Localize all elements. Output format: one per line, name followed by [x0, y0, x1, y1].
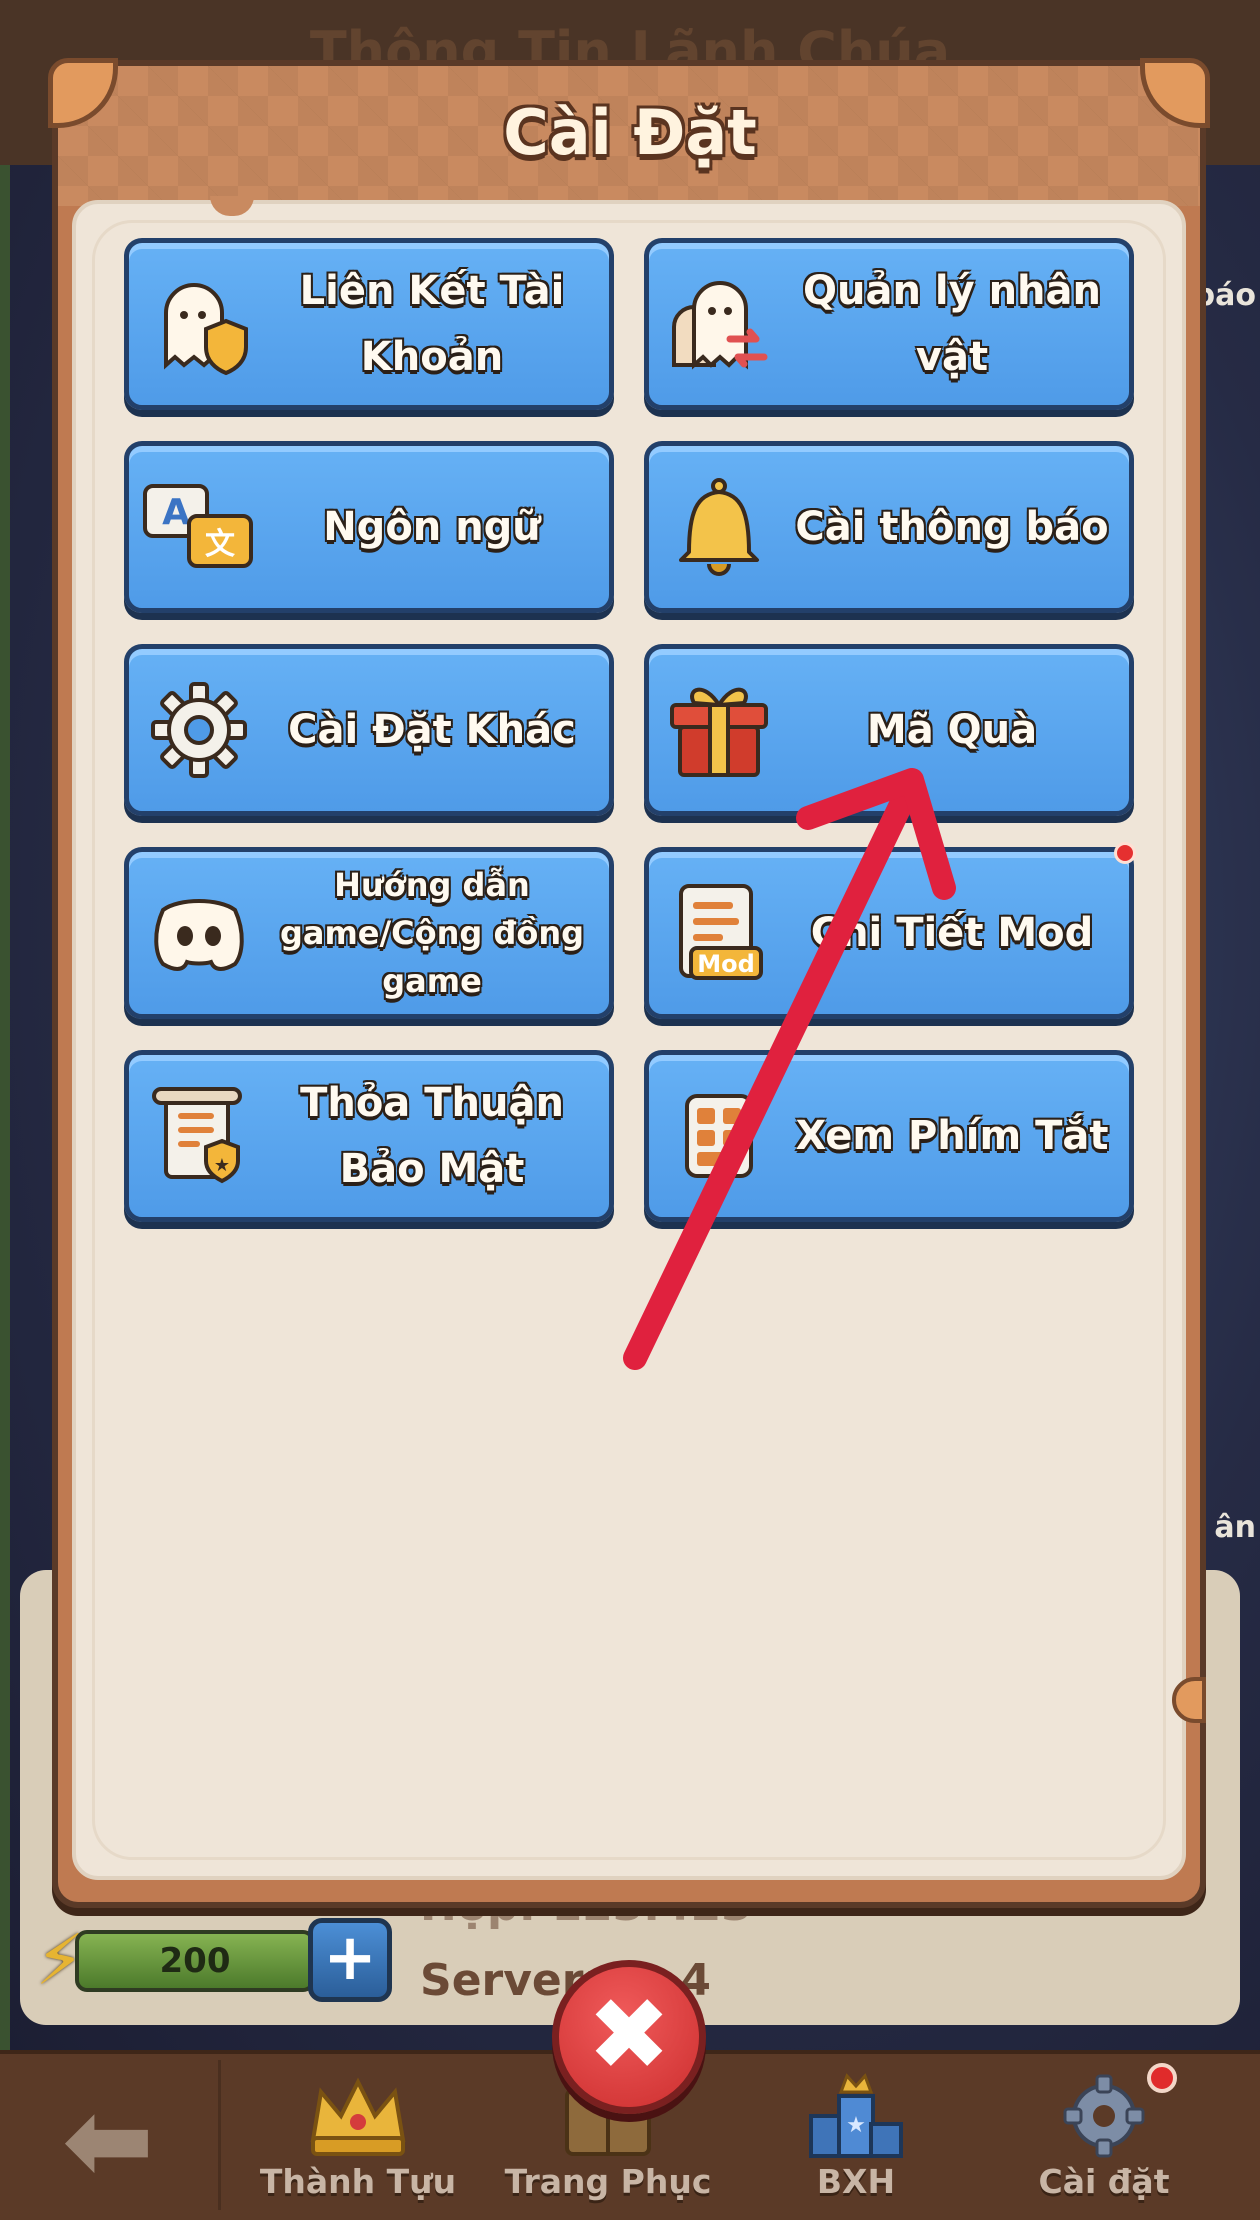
guide-community-label: Hướng dẫn game/Cộng đồng game: [279, 866, 585, 1000]
translate-icon: A 文: [129, 441, 269, 613]
nav-item-leaderboard[interactable]: ★ BXH: [746, 2070, 966, 2220]
view-shortcuts-button[interactable]: Xem Phím Tắt: [644, 1050, 1134, 1222]
nav-label: Trang Phục: [504, 2162, 712, 2201]
other-settings-label: Cài Đặt Khác: [288, 707, 576, 753]
svg-text:A: A: [162, 492, 190, 533]
mod-details-label: Chi Tiết Mod: [810, 910, 1094, 956]
back-arrow-icon[interactable]: ⬅: [62, 2085, 182, 2195]
close-button[interactable]: ✖: [552, 1960, 706, 2114]
gear-icon: [1049, 2070, 1159, 2160]
bell-icon: [649, 441, 789, 613]
add-energy-button[interactable]: +: [308, 1918, 392, 2002]
notification-settings-label: Cài thông báo: [795, 504, 1109, 550]
gift-code-button[interactable]: Mã Quà: [644, 644, 1134, 816]
gift-code-label: Mã Quà: [866, 707, 1038, 753]
background-side-text: ân: [1214, 1510, 1256, 1545]
view-shortcuts-label: Xem Phím Tắt: [795, 1113, 1109, 1159]
privacy-scroll-icon: ★: [129, 1050, 269, 1222]
notification-badge: [1147, 2063, 1177, 2093]
notification-settings-button[interactable]: Cài thông báo: [644, 441, 1134, 613]
language-button[interactable]: A 文 Ngôn ngữ: [124, 441, 614, 613]
nav-label: Cài đặt: [1038, 2162, 1170, 2201]
mod-tag-text: Mod: [697, 950, 755, 978]
ghost-shield-icon: [129, 238, 269, 410]
crown-icon: [303, 2070, 413, 2160]
link-account-label: Liên Kết Tài Khoản: [299, 268, 565, 380]
podium-icon: ★: [801, 2070, 911, 2160]
link-account-button[interactable]: Liên Kết Tài Khoản: [124, 238, 614, 410]
mod-notification-dot: [1114, 842, 1136, 864]
mod-details-button[interactable]: Mod Chi Tiết Mod: [644, 847, 1134, 1019]
svg-text:文: 文: [205, 527, 235, 562]
nav-item-achievements[interactable]: Thành Tựu: [248, 2070, 468, 2220]
guide-community-button[interactable]: Hướng dẫn game/Cộng đồng game: [124, 847, 614, 1019]
svg-text:★: ★: [846, 2113, 866, 2138]
discord-icon: [129, 847, 269, 1019]
other-settings-button[interactable]: Cài Đặt Khác: [124, 644, 614, 816]
mod-document-icon: Mod: [649, 847, 789, 1019]
dialog-title: Cài Đặt: [503, 96, 757, 169]
background-edge: [0, 165, 10, 2065]
gear-icon: [129, 644, 269, 816]
energy-bar: 200: [75, 1930, 315, 1992]
manage-characters-label: Quản lý nhân vật: [802, 268, 1101, 380]
ghost-swap-icon: [649, 238, 789, 410]
gift-icon: [649, 644, 789, 816]
svg-text:★: ★: [214, 1155, 230, 1176]
manage-characters-button[interactable]: Quản lý nhân vật: [644, 238, 1134, 410]
privacy-agreement-button[interactable]: ★ Thỏa Thuận Bảo Mật: [124, 1050, 614, 1222]
privacy-agreement-label: Thỏa Thuận Bảo Mật: [300, 1080, 564, 1192]
nav-item-settings[interactable]: Cài đặt: [994, 2070, 1214, 2220]
nav-divider: [218, 2060, 221, 2210]
nav-label: Thành Tựu: [259, 2162, 457, 2201]
language-label: Ngôn ngữ: [323, 504, 541, 550]
keyboard-icon: [649, 1050, 789, 1222]
nav-label: BXH: [816, 2162, 896, 2201]
